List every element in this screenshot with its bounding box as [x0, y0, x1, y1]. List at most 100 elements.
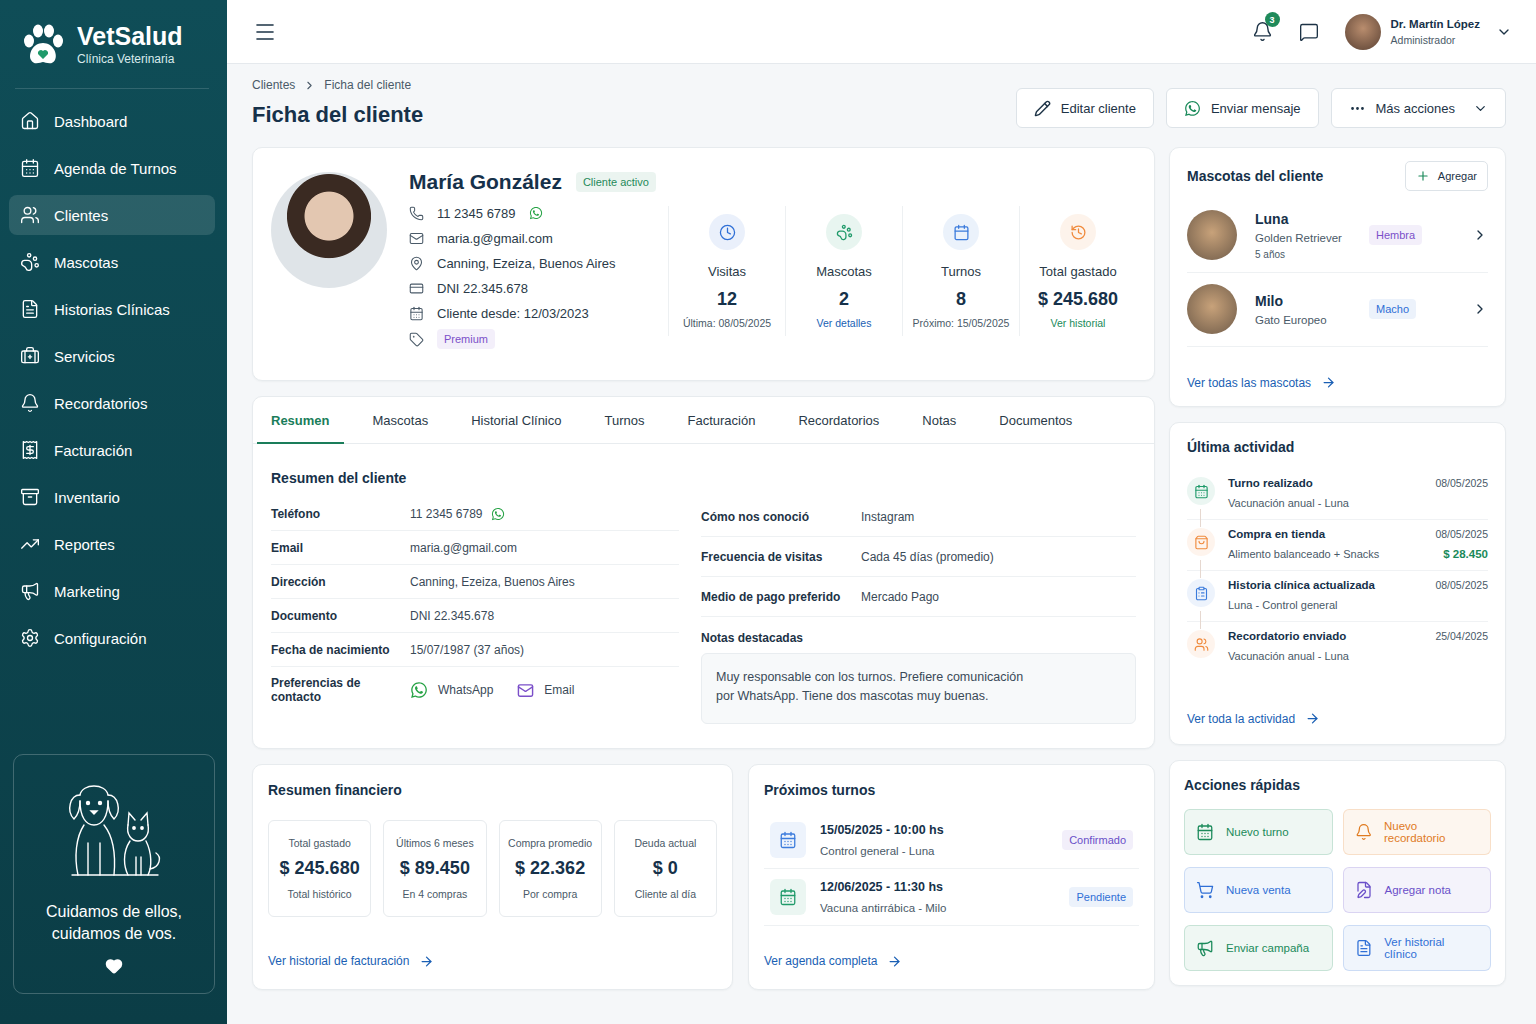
tab-bar: Resumen Mascotas Historial Clínico Turnos Fa…: [253, 397, 1154, 444]
tab[interactable]: Historial Clínico: [457, 397, 575, 444]
whatsapp-icon[interactable]: [529, 206, 543, 220]
map-pin-icon: [409, 256, 424, 271]
sidebar-item[interactable]: Facturación: [9, 430, 215, 470]
appointment-item[interactable]: 12/06/2025 - 11:30 hsVacuna antirrábica …: [764, 869, 1139, 926]
info-row: Cliente desde: 12/03/2023: [409, 304, 656, 322]
activity-title: Compra en tienda: [1228, 528, 1422, 540]
page-header: Clientes Ficha del clienteFicha del clien…: [252, 78, 1506, 128]
stat-label: Total gastado: [1039, 264, 1116, 280]
quick-action-button[interactable]: Enviar campaña: [1184, 925, 1333, 971]
pet-row[interactable]: LunaGolden Retriever5 añosHembra: [1187, 199, 1488, 273]
chart-icon: [20, 534, 40, 554]
stats: Visitas12Última: 08/05/2025Mascotas2Ver …: [668, 206, 1136, 336]
finance-box: Compra promedio$ 22.362Por compra: [499, 820, 602, 917]
quick-action-button[interactable]: Nueva venta: [1184, 867, 1333, 913]
quick-action-button[interactable]: Agregar nota: [1343, 867, 1492, 913]
field-row: Teléfono11 2345 6789: [271, 497, 679, 531]
sidebar-item[interactable]: Mascotas: [9, 242, 215, 282]
notes-text: Muy responsable con los turnos. Prefiere…: [716, 668, 1036, 707]
link[interactable]: Ver historial de facturación: [268, 954, 717, 969]
receipt-icon: [20, 440, 40, 460]
tab[interactable]: Turnos: [590, 397, 658, 444]
sidebar-item[interactable]: Agenda de Turnos: [9, 148, 215, 188]
appointment-detail: Vacuna antirrábica - Milo: [820, 902, 946, 914]
megaphone-icon: [1196, 939, 1214, 957]
brand-name: VetSalud: [77, 24, 183, 49]
finance-box: Total gastado$ 245.680Total histórico: [268, 820, 371, 917]
field-label: Email: [271, 541, 410, 555]
tab[interactable]: Documentos: [985, 397, 1086, 444]
chevron-down-icon: [1496, 24, 1512, 40]
action-button[interactable]: Enviar mensaje: [1166, 88, 1319, 128]
link[interactable]: Ver toda la actividad: [1187, 711, 1488, 726]
sidebar-item-label: Historias Clínicas: [54, 301, 170, 318]
sidebar-item-label: Reportes: [54, 536, 115, 553]
stat-value: $ 245.680: [1038, 288, 1118, 310]
activity-item: Turno realizadoVacunación anual - Luna 08…: [1187, 469, 1488, 520]
activity-date: 25/04/2025: [1435, 630, 1488, 642]
action-button[interactable]: Editar cliente: [1016, 88, 1154, 128]
promo-text: Cuidamos de ellos,cuidamos de vos.: [46, 901, 182, 945]
tab[interactable]: Facturación: [673, 397, 769, 444]
sidebar-item[interactable]: Recordatorios: [9, 383, 215, 423]
activity-meta: 08/05/2025: [1435, 477, 1488, 509]
arrow-right-icon: [419, 954, 434, 969]
breadcrumb-item[interactable]: Clientes: [252, 78, 295, 92]
activity-text: Turno realizadoVacunación anual - Luna: [1228, 477, 1422, 509]
user-info: Dr. Martín LópezAdministrador: [1391, 18, 1480, 46]
sidebar-item[interactable]: Historias Clínicas: [9, 289, 215, 329]
top-bar-actions: 3 Dr. Martín LópezAdministrador: [1252, 14, 1512, 50]
sidebar-item[interactable]: Inventario: [9, 477, 215, 517]
quick-action-button[interactable]: Ver historial clínico: [1343, 925, 1492, 971]
action-button[interactable]: Más acciones: [1331, 88, 1506, 128]
link[interactable]: Ver agenda completa: [764, 954, 1139, 969]
field-label: Teléfono: [271, 507, 410, 521]
notifications-button[interactable]: 3: [1252, 21, 1273, 42]
stat-label: Turnos: [941, 264, 981, 280]
appointment-list: 15/05/2025 - 10:00 hsControl general - L…: [764, 812, 1139, 926]
tab[interactable]: Resumen: [257, 397, 344, 444]
whatsapp-icon[interactable]: [491, 507, 505, 521]
column: María GonzálezCliente activo11 2345 6789…: [252, 147, 1155, 990]
summary-grid: Teléfono11 2345 6789Emailmaria.g@gmail.c…: [271, 497, 1136, 724]
menu-icon[interactable]: [253, 20, 277, 44]
tab[interactable]: Recordatorios: [784, 397, 893, 444]
add-pet-button[interactable]: Agregar: [1405, 161, 1488, 191]
medical-kit-icon: [20, 346, 40, 366]
sidebar-item[interactable]: Reportes: [9, 524, 215, 564]
status-badge: Cliente activo: [576, 172, 656, 192]
user-menu[interactable]: Dr. Martín LópezAdministrador: [1345, 14, 1512, 50]
appointment-text: 12/06/2025 - 11:30 hsVacuna antirrábica …: [820, 880, 946, 914]
field-row: DocumentoDNI 22.345.678: [271, 599, 679, 633]
tab[interactable]: Mascotas: [359, 397, 443, 444]
field-value: 15/07/1987 (37 años): [410, 643, 679, 657]
field-value: Canning, Ezeiza, Buenos Aires: [410, 575, 679, 589]
pet-open: [1472, 301, 1488, 317]
finance-label: Últimos 6 meses: [396, 837, 474, 849]
calendar-icon: [953, 224, 970, 241]
finance-value: $ 22.362: [515, 858, 585, 879]
sidebar-item[interactable]: Servicios: [9, 336, 215, 376]
field-label: Dirección: [271, 575, 410, 589]
sidebar-item[interactable]: Configuración: [9, 618, 215, 658]
appointment-item[interactable]: 15/05/2025 - 10:00 hsControl general - L…: [764, 812, 1139, 869]
stat-value: 12: [717, 288, 737, 310]
message-icon[interactable]: [1299, 22, 1319, 42]
calendar-icon: [779, 831, 797, 849]
activity-date: 08/05/2025: [1435, 477, 1488, 489]
link[interactable]: Ver todas las mascotas: [1187, 375, 1488, 390]
tab[interactable]: Notas: [908, 397, 970, 444]
sidebar-item[interactable]: Clientes: [9, 195, 215, 235]
sidebar-item[interactable]: Dashboard: [9, 101, 215, 141]
stat-sub: Última: 08/05/2025: [683, 316, 771, 330]
activity-detail: Alimento balanceado + Snacks: [1228, 548, 1422, 560]
breadcrumb: Clientes Ficha del cliente: [252, 78, 423, 92]
action-label: Más acciones: [1376, 101, 1455, 116]
pet-row[interactable]: MiloGato EuropeoMacho: [1187, 273, 1488, 347]
sidebar-item[interactable]: Marketing: [9, 571, 215, 611]
activity-title: Recordatorio enviado: [1228, 630, 1422, 642]
pet-photo: [1187, 210, 1237, 260]
quick-action-button[interactable]: Nuevo turno: [1184, 809, 1333, 855]
quick-action-button[interactable]: Nuevo recordatorio: [1343, 809, 1492, 855]
breadcrumb-item[interactable]: Ficha del cliente: [324, 78, 411, 92]
